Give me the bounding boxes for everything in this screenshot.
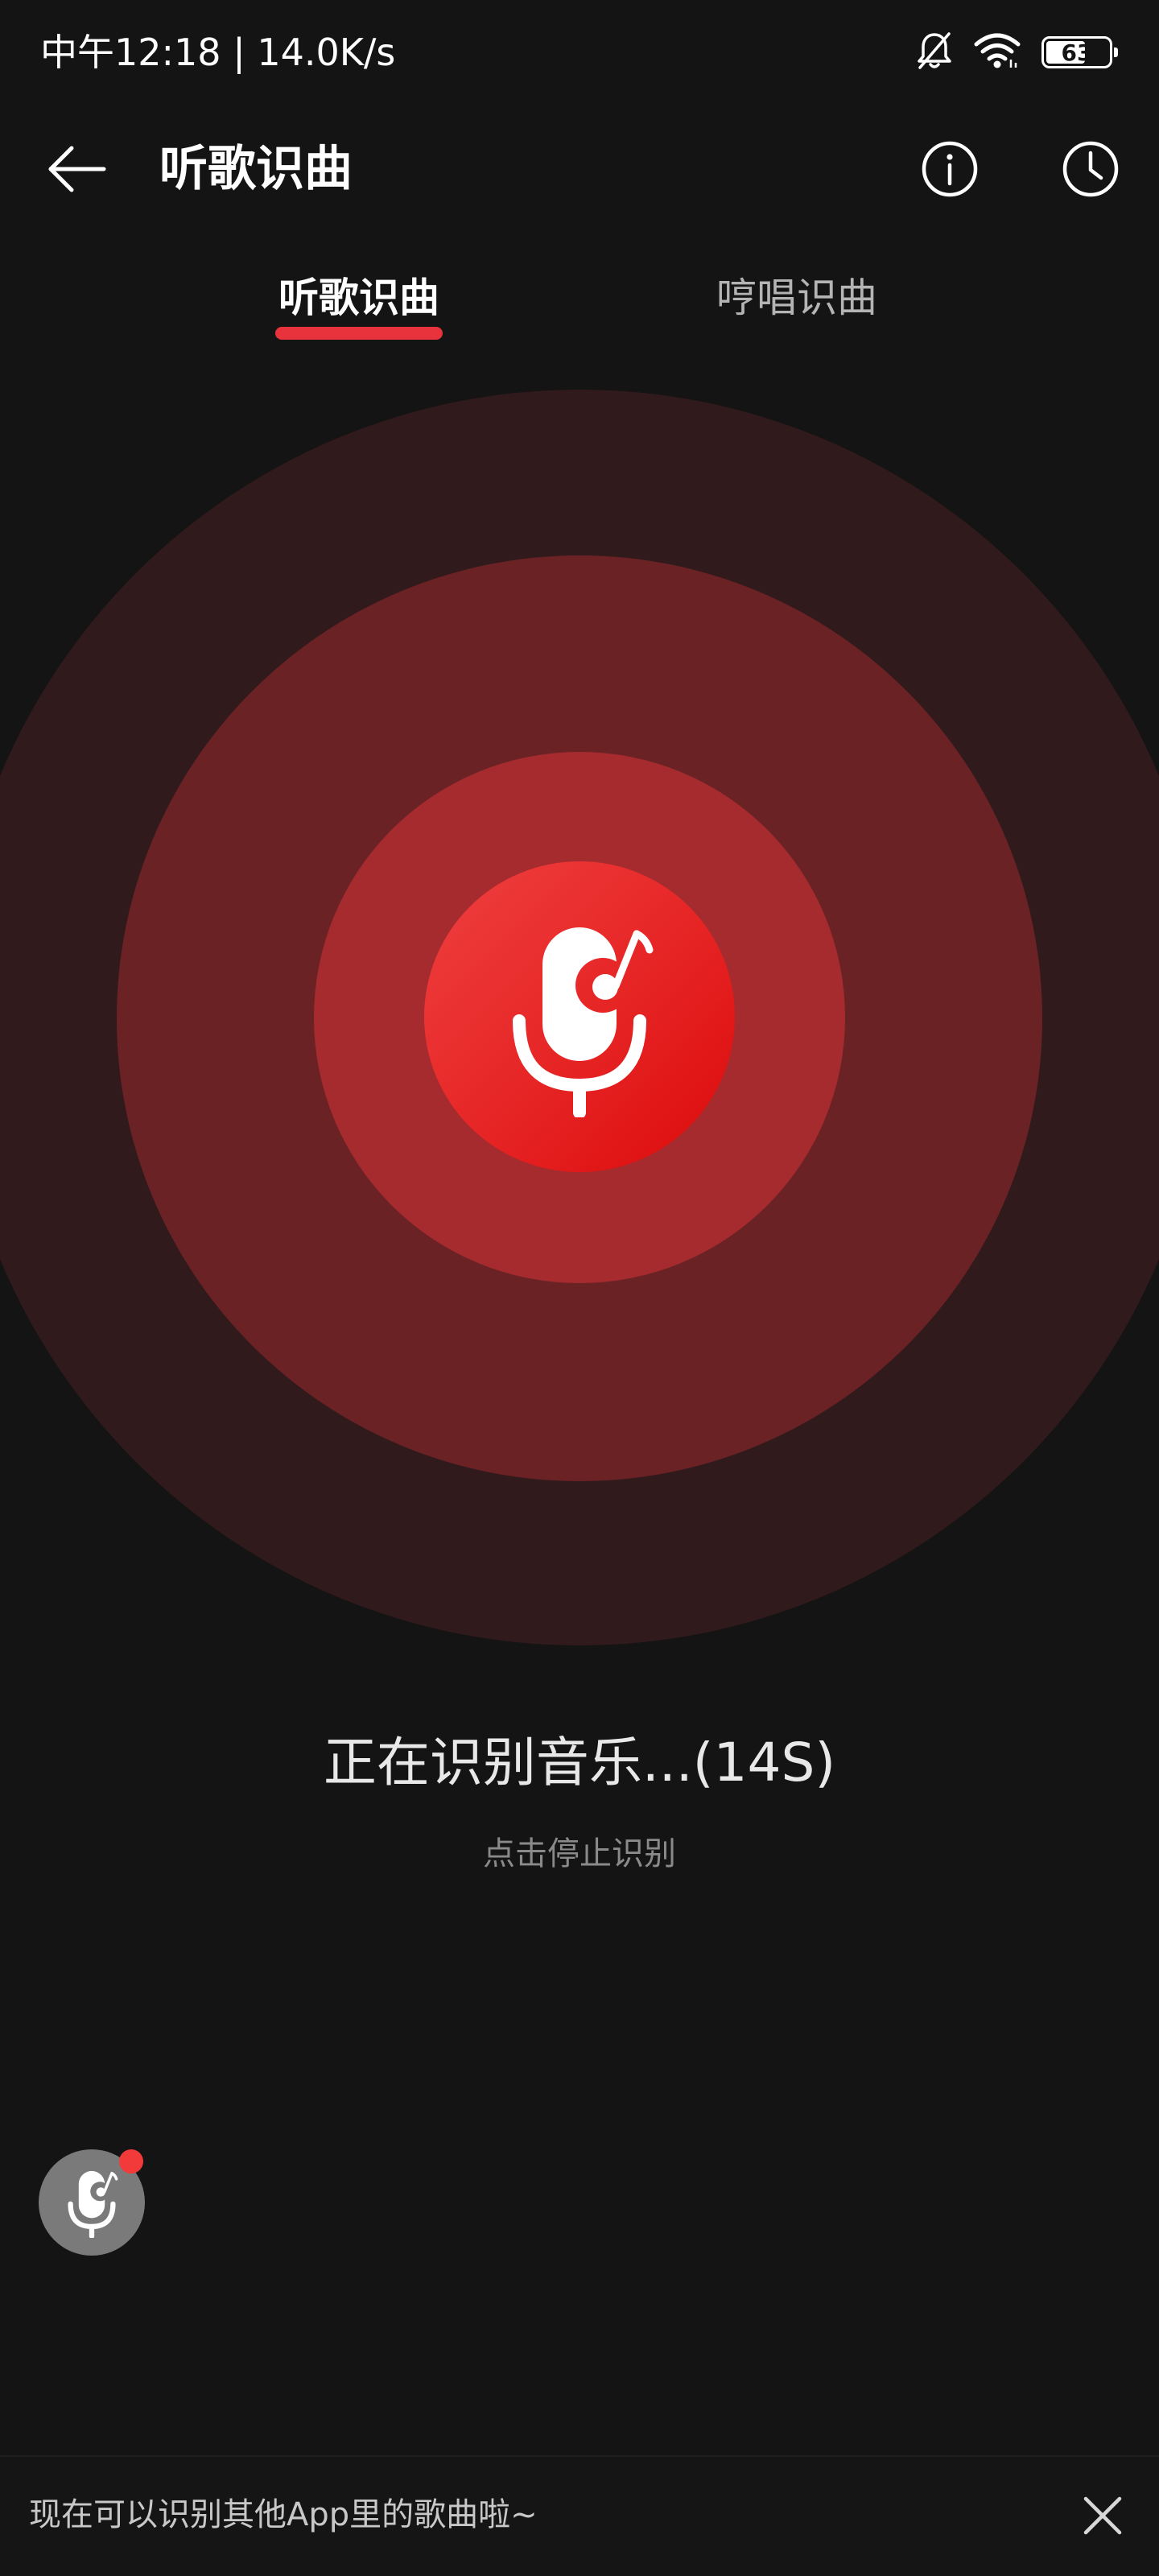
recognition-status: 正在识别音乐...(14S) xyxy=(323,1732,836,1794)
tab-humming-recognition[interactable]: 哼唱识曲 xyxy=(708,266,885,338)
status-time: 中午12:18 xyxy=(40,31,221,74)
battery-icon: 63 xyxy=(1041,36,1118,68)
banner-text: 现在可以识别其他App里的歌曲啦~ xyxy=(29,2496,538,2533)
tab-label: 听歌识曲 xyxy=(278,275,439,321)
status-left: 中午12:18 | 14.0K/s xyxy=(40,27,395,77)
status-icons: 63 xyxy=(916,27,1118,77)
tab-active-indicator xyxy=(275,327,443,340)
status-bar: 中午12:18 | 14.0K/s 63 xyxy=(0,0,1159,105)
clock-icon xyxy=(1062,141,1119,197)
back-button[interactable] xyxy=(40,137,113,201)
back-arrow-icon xyxy=(48,146,106,192)
notification-dot xyxy=(119,2149,143,2174)
tab-label: 哼唱识曲 xyxy=(716,275,877,321)
wifi-icon xyxy=(974,32,1021,72)
close-icon xyxy=(1083,2496,1122,2535)
stop-hint[interactable]: 点击停止识别 xyxy=(0,1831,1159,1876)
banner-close-button[interactable] xyxy=(1074,2487,1131,2544)
bottom-banner: 现在可以识别其他App里的歌曲啦~ xyxy=(0,2455,1159,2576)
info-icon xyxy=(922,141,978,197)
mic-music-icon xyxy=(513,927,654,1117)
battery-cap xyxy=(1114,47,1118,57)
info-button[interactable] xyxy=(918,137,982,201)
recognize-mic-button[interactable] xyxy=(424,861,735,1172)
page-title: 听歌识曲 xyxy=(159,141,353,197)
battery-level: 63 xyxy=(1061,39,1093,66)
tab-song-recognition[interactable]: 听歌识曲 xyxy=(274,266,444,340)
mode-tabs: 听歌识曲 哼唱识曲 xyxy=(0,266,1159,340)
floating-recognize-button[interactable] xyxy=(39,2149,145,2256)
network-speed: 14.0K/s xyxy=(257,31,396,74)
mic-music-icon xyxy=(68,2170,118,2238)
mute-icon xyxy=(916,31,953,74)
history-button[interactable] xyxy=(1058,137,1123,201)
app-bar: 听歌识曲 xyxy=(0,121,1159,217)
status-separator: | xyxy=(233,31,245,74)
